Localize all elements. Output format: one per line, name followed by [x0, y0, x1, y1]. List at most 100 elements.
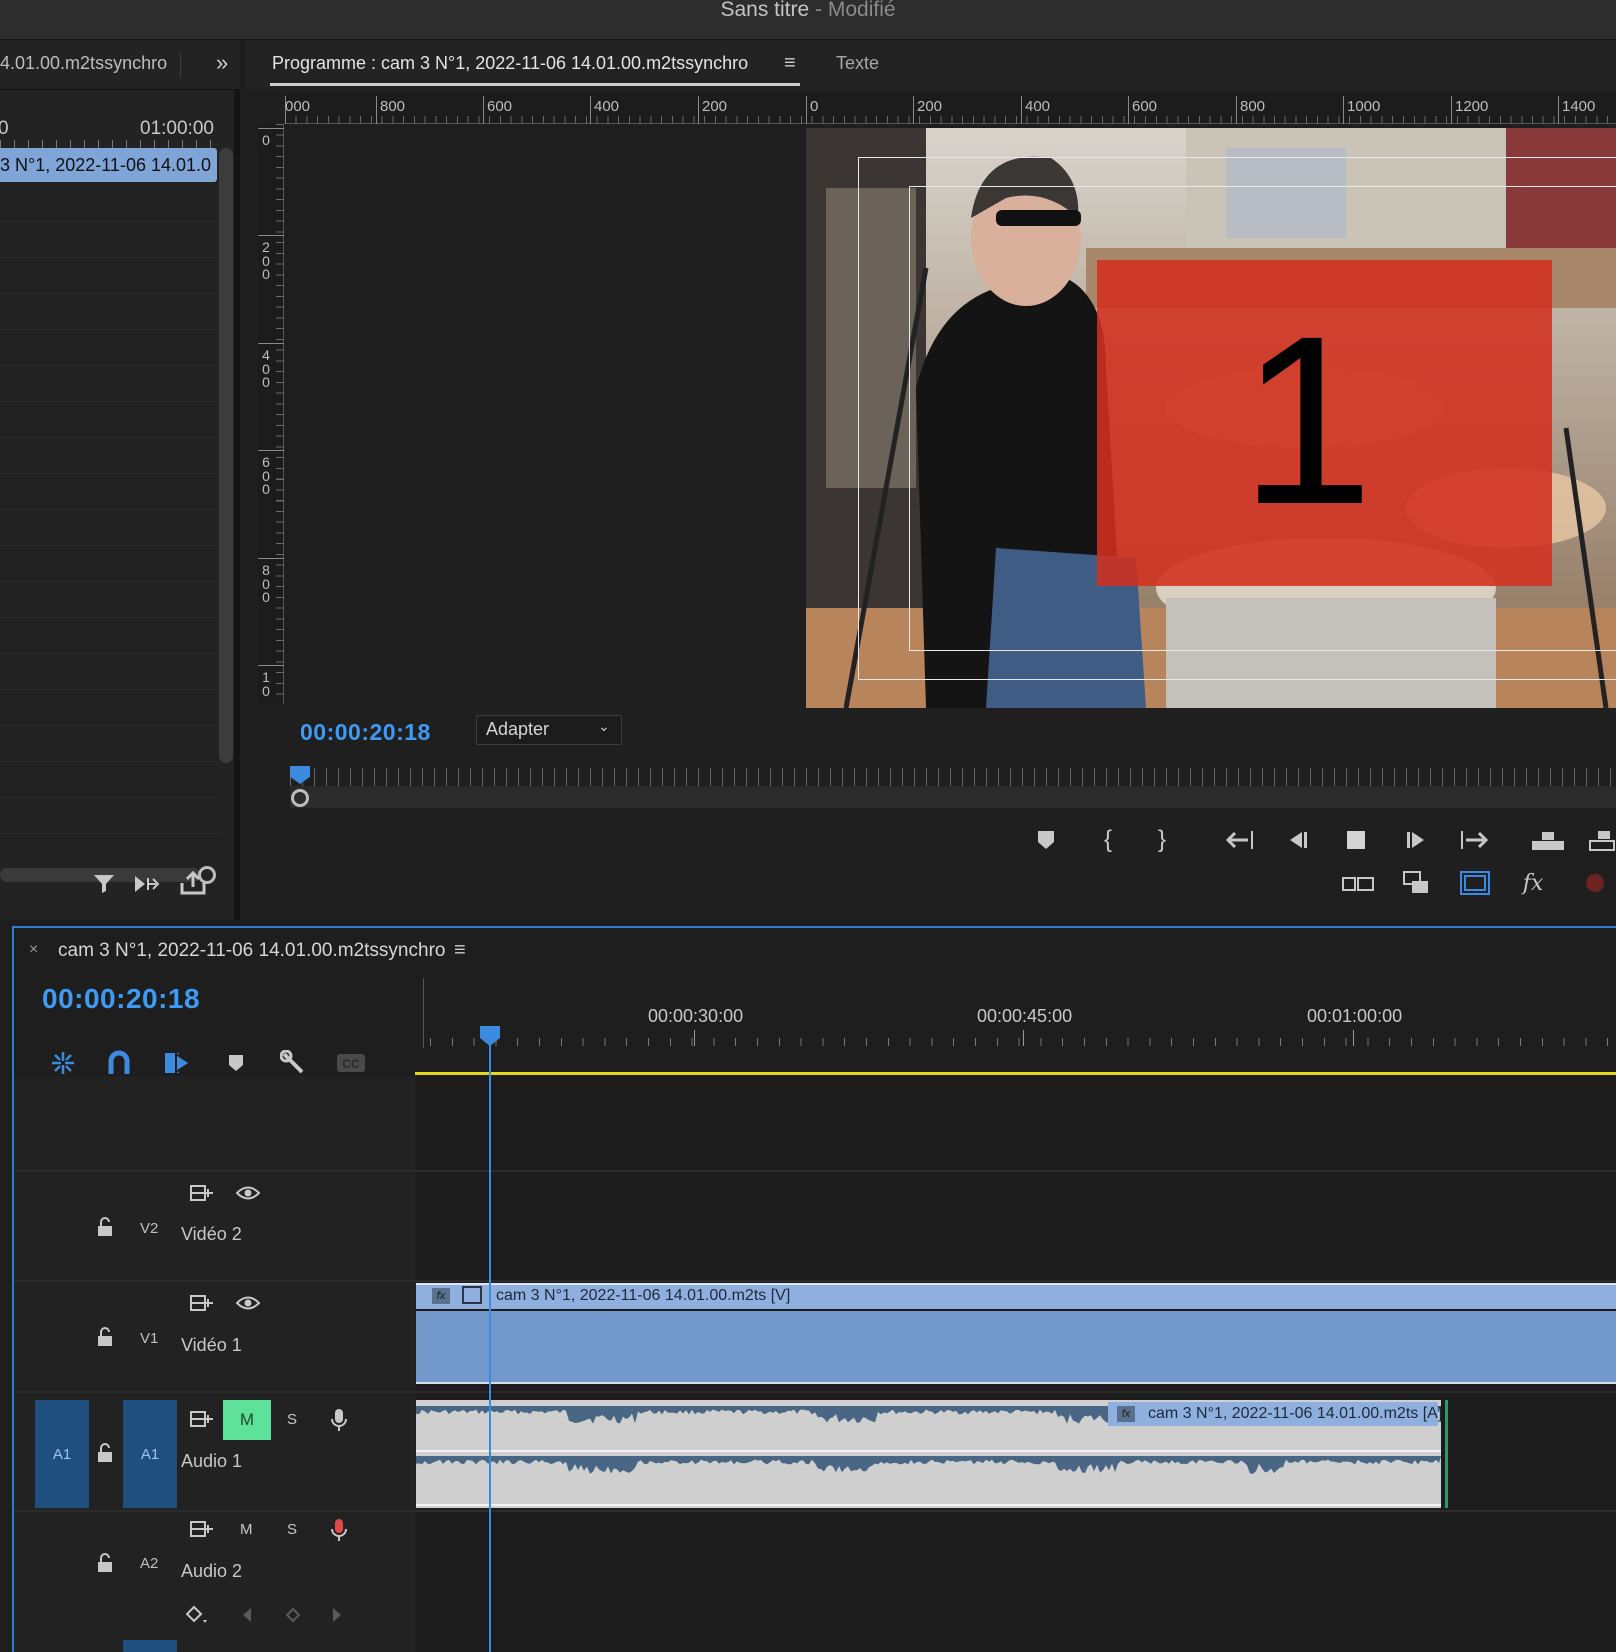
extract-icon[interactable] [1588, 826, 1616, 854]
track-name-a1: Audio 1 [181, 1451, 243, 1471]
keyframe-options-icon[interactable] [184, 1602, 210, 1628]
track-id-v1[interactable]: V1 [140, 1330, 158, 1347]
left-clip-label: 3 N°1, 2022-11-06 14.01.0 [0, 155, 212, 175]
track-id-a3[interactable] [123, 1640, 177, 1652]
fx-badge: fx [432, 1288, 450, 1304]
ruler-divider [423, 978, 424, 1048]
ruler-major-tick [376, 96, 377, 124]
program-zoom-bar[interactable] [290, 786, 1616, 808]
work-area-bar[interactable] [415, 1072, 1616, 1075]
lift-icon[interactable] [1530, 826, 1566, 854]
compare-view-icon[interactable] [1340, 870, 1376, 898]
lock-icon[interactable] [94, 1440, 116, 1466]
video-clip-v1-body[interactable] [416, 1311, 1616, 1384]
eye-icon[interactable] [233, 1290, 263, 1316]
export-icon[interactable] [178, 868, 208, 898]
tab-programme[interactable]: Programme : cam 3 N°1, 2022-11-06 14.01.… [272, 53, 748, 74]
track-id-a2[interactable]: A2 [140, 1555, 158, 1572]
solo-button-a2[interactable]: S [287, 1521, 297, 1538]
add-keyframe-icon[interactable] [282, 1602, 304, 1628]
waveform-channel [416, 1456, 1441, 1474]
track-name-v1: Vidéo 1 [181, 1335, 242, 1355]
ruler-major-tick [1236, 96, 1237, 124]
add-marker-icon[interactable] [222, 1048, 250, 1078]
ruler-major-tick [1343, 96, 1344, 124]
ruler-major-tick [258, 665, 284, 666]
tab-texte[interactable]: Texte [836, 53, 879, 74]
timeline-sequence-tab[interactable]: cam 3 N°1, 2022-11-06 14.01.00.m2tssynch… [58, 940, 445, 962]
double-chevron-right-icon[interactable]: » [216, 50, 228, 76]
fx-badge: fx [1117, 1406, 1135, 1422]
microphone-icon[interactable] [328, 1516, 350, 1544]
program-timecode[interactable]: 00:00:20:18 [300, 719, 431, 746]
mark-out-icon[interactable]: } [1148, 826, 1176, 854]
track-name-a2: Audio 2 [181, 1561, 243, 1581]
snap-magnet-icon[interactable] [104, 1048, 134, 1078]
ruler-major-tick [913, 96, 914, 124]
source-patch-a1[interactable]: A1 [35, 1400, 89, 1508]
lock-icon[interactable] [94, 1214, 116, 1240]
toggle-sync-lock-icon[interactable] [188, 1290, 216, 1316]
ruler-label: 800 [380, 98, 406, 115]
left-vertical-scrollbar[interactable] [219, 148, 233, 763]
app-title: Sans titre - Modifié [720, 0, 896, 21]
record-icon[interactable] [1584, 872, 1606, 894]
fit-dropdown-label: Adapter [486, 719, 550, 739]
left-panel-tab[interactable]: 4.01.00.m2tssynchro [0, 53, 167, 74]
go-to-out-icon[interactable] [1458, 826, 1490, 854]
ruler-major-tick [1558, 96, 1559, 124]
step-forward-icon[interactable] [1402, 826, 1432, 854]
hamburger-icon[interactable]: ≡ [784, 52, 796, 75]
eye-icon[interactable] [233, 1180, 263, 1206]
ruler-major-tick [698, 96, 699, 124]
mute-button-a1[interactable]: M [223, 1400, 271, 1440]
monitor-canvas [285, 125, 806, 708]
previous-keyframe-icon[interactable] [236, 1602, 258, 1628]
left-ruler-start: 0 [0, 118, 9, 139]
nest-icon[interactable] [48, 1048, 78, 1078]
program-scrub-ticks[interactable] [290, 768, 1616, 788]
horizontal-ruler-ticks [285, 116, 1616, 124]
zoom-handle[interactable] [291, 789, 309, 807]
mute-button-a2[interactable]: M [240, 1521, 253, 1538]
filter-icon[interactable] [90, 870, 118, 898]
ruler-major-tick [258, 235, 284, 236]
toggle-sync-lock-icon[interactable] [188, 1516, 216, 1542]
ruler-label: 400 [594, 98, 620, 115]
lock-icon[interactable] [94, 1550, 116, 1576]
transform-badge-icon [462, 1286, 482, 1304]
track-id-a1[interactable]: A1 [123, 1400, 177, 1508]
svg-text:CC: CC [342, 1057, 360, 1071]
linked-selection-icon[interactable] [162, 1048, 194, 1078]
lock-icon[interactable] [94, 1324, 116, 1350]
mark-in-icon[interactable]: { [1094, 826, 1122, 854]
captions-icon[interactable]: CC [334, 1048, 368, 1078]
go-to-in-icon[interactable] [1224, 826, 1256, 854]
stop-icon[interactable] [1342, 826, 1370, 854]
safe-margins-icon[interactable] [1458, 868, 1492, 898]
ruler-major-tick [1451, 96, 1452, 124]
timeline-timecode[interactable]: 00:00:20:18 [42, 983, 200, 1015]
microphone-icon[interactable] [328, 1406, 350, 1434]
track-id-v2[interactable]: V2 [140, 1220, 158, 1237]
ruler-label: 1000 [1347, 98, 1381, 115]
next-keyframe-icon[interactable] [326, 1602, 348, 1628]
close-icon[interactable]: × [29, 941, 38, 959]
insert-clip-icon[interactable] [132, 870, 162, 898]
fx-icon[interactable]: fx [1518, 868, 1548, 898]
ruler-major-tick [1353, 1030, 1354, 1046]
toggle-sync-lock-icon[interactable] [188, 1406, 216, 1432]
step-back-icon[interactable] [1282, 826, 1312, 854]
toggle-sync-lock-icon[interactable] [188, 1180, 216, 1206]
ruler-label: 400 [1025, 98, 1051, 115]
hamburger-icon[interactable]: ≡ [454, 939, 466, 962]
ruler-label: 200 [917, 98, 943, 115]
ruler-label: 200 [262, 239, 270, 282]
settings-wrench-icon[interactable] [278, 1048, 308, 1078]
ruler-major-tick [258, 450, 284, 451]
marker-icon[interactable] [1032, 826, 1060, 854]
multi-camera-icon[interactable] [1400, 868, 1432, 898]
solo-button-a1[interactable]: S [287, 1411, 297, 1428]
ruler-major-tick [806, 96, 807, 124]
ruler-label: 800 [1240, 98, 1266, 115]
